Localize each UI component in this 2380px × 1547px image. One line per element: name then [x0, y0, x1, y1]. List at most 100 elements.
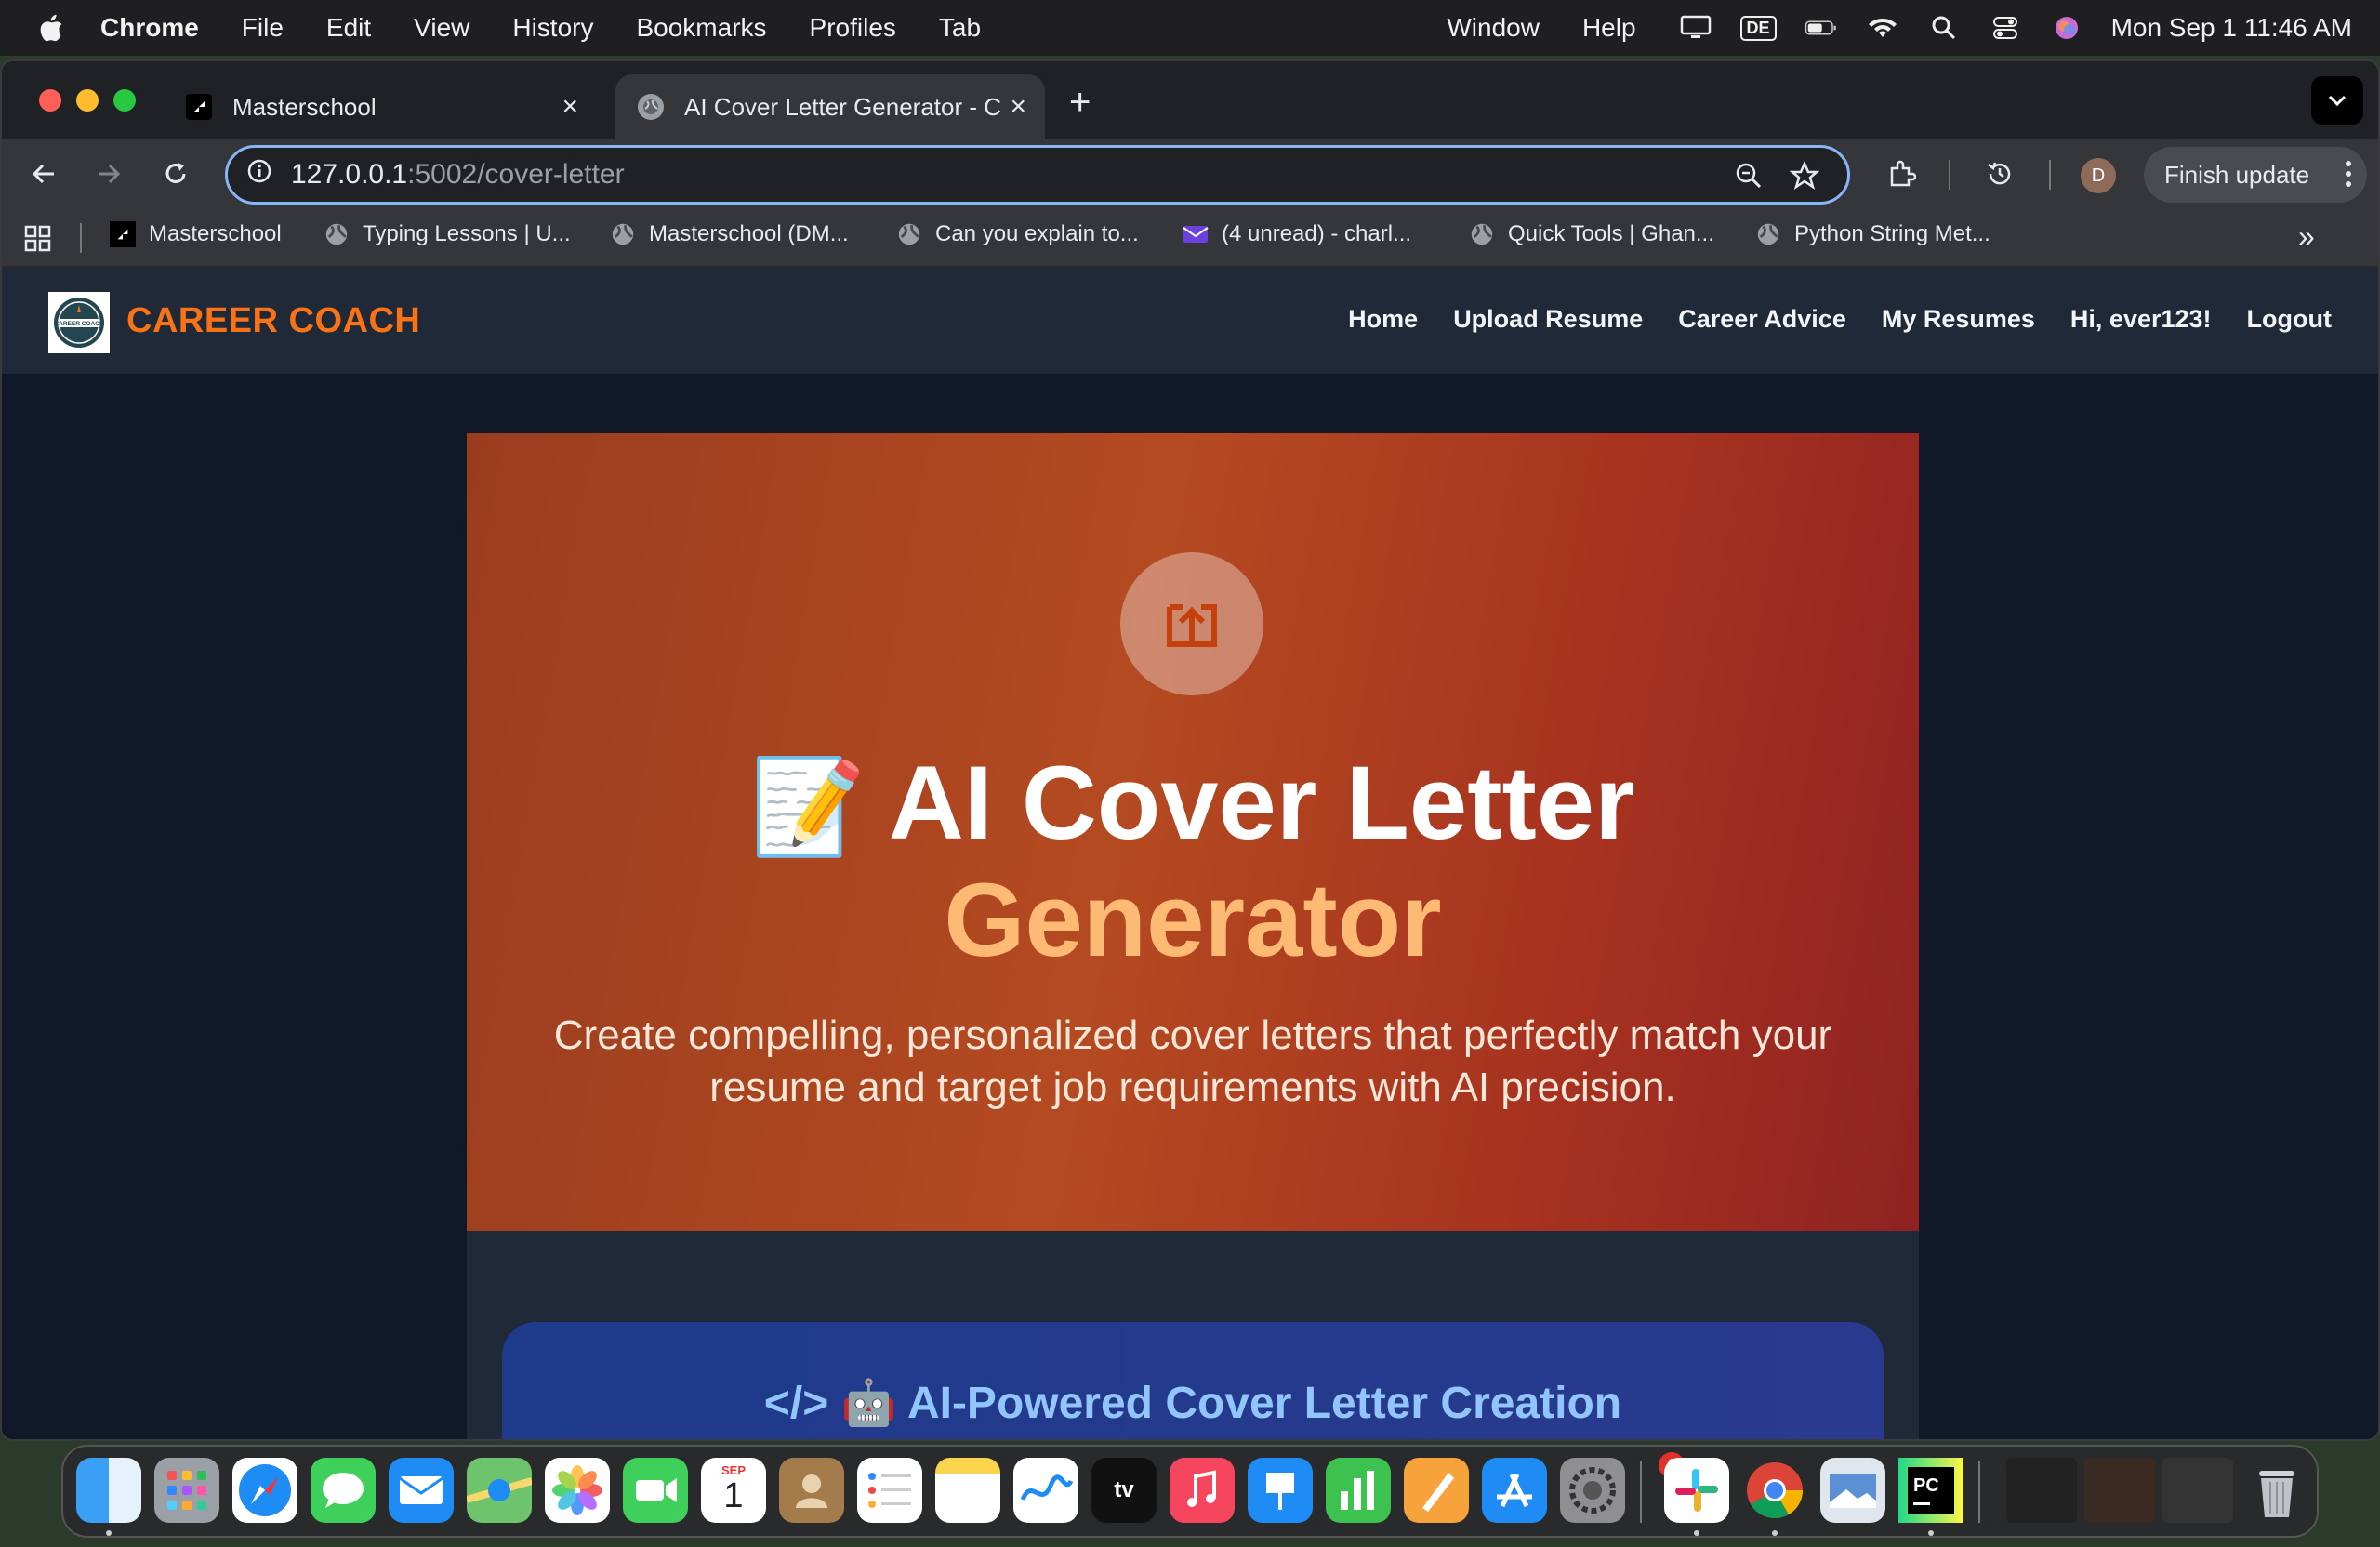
keyboard-layout-badge[interactable]: DE [1739, 15, 1777, 41]
menu-tab[interactable]: Tab [939, 13, 981, 43]
new-tab-button[interactable]: + [1069, 82, 1091, 124]
nav-upload-resume[interactable]: Upload Resume [1453, 305, 1643, 334]
running-indicator [106, 1530, 112, 1536]
menu-help[interactable]: Help [1582, 13, 1636, 43]
bookmark-item[interactable]: Python String Met... [1755, 221, 1990, 247]
preview-icon[interactable] [1820, 1458, 1885, 1523]
messages-icon[interactable] [311, 1458, 376, 1523]
site-info-icon[interactable] [246, 158, 272, 192]
nav-home[interactable]: Home [1348, 305, 1418, 334]
nav-my-resumes[interactable]: My Resumes [1882, 305, 2035, 334]
running-indicator [1928, 1530, 1934, 1536]
globe-icon [1469, 221, 1495, 247]
apple-tv-icon[interactable]: tv [1091, 1458, 1157, 1523]
menu-view[interactable]: View [414, 13, 469, 43]
bookmark-item[interactable]: Masterschool (DM... [610, 221, 849, 247]
bookmark-item[interactable]: (4 unread) - charl... [1183, 221, 1411, 247]
menubar-datetime[interactable]: Mon Sep 1 11:46 AM [2111, 13, 2352, 43]
address-bar[interactable]: 127.0.0.1:5002/cover-letter [225, 145, 1850, 205]
hero-section: 📝 AI Cover Letter Generator Create compel… [467, 433, 1919, 1231]
nav-logout[interactable]: Logout [2247, 305, 2332, 334]
tab-masterschool[interactable]: Masterschool × [164, 74, 597, 139]
zoom-icon[interactable] [1734, 161, 1764, 198]
display-icon[interactable] [1679, 14, 1712, 42]
numbers-icon[interactable] [1326, 1458, 1391, 1523]
macos-menu-bar: Chrome File Edit View History Bookmarks … [0, 0, 2380, 56]
freeform-icon[interactable] [1013, 1458, 1078, 1523]
bookmark-star-icon[interactable] [1789, 160, 1820, 198]
wifi-icon[interactable] [1866, 14, 1899, 42]
tab-cover-letter[interactable]: AI Cover Letter Generator - C × [615, 74, 1045, 139]
notes-icon[interactable] [935, 1458, 1000, 1523]
svg-text:PC: PC [1913, 1475, 1939, 1496]
safari-icon[interactable] [232, 1458, 298, 1523]
maps-icon[interactable] [465, 1458, 534, 1523]
site-navbar: CAREER COACH CAREER COACH Home Upload Re… [2, 268, 2378, 374]
battery-icon[interactable] [1805, 14, 1838, 42]
memo-emoji-icon: 📝 [750, 755, 866, 859]
back-arrow-icon[interactable] [20, 151, 67, 197]
hero-subtitle: Create compelling, personalized cover le… [553, 1012, 1832, 1110]
running-indicator [1694, 1530, 1699, 1536]
photos-icon[interactable] [545, 1458, 610, 1523]
minimized-window-thumbnail[interactable] [2162, 1458, 2233, 1523]
minimize-window-button[interactable] [76, 89, 99, 112]
profile-avatar[interactable]: D [2081, 158, 2116, 193]
apps-grid-icon[interactable] [24, 225, 52, 259]
extensions-icon[interactable] [1878, 151, 1924, 197]
launchpad-icon[interactable] [154, 1458, 219, 1523]
toolbar-separator [2049, 160, 2051, 190]
bookmark-item[interactable]: Masterschool [110, 221, 282, 247]
chevron-double-right-icon[interactable]: » [2298, 219, 2315, 254]
music-icon[interactable] [1170, 1458, 1235, 1523]
main-card: 📝 AI Cover Letter Generator Create compel… [467, 433, 1919, 1439]
facetime-icon[interactable] [623, 1458, 688, 1523]
history-icon[interactable] [1977, 151, 2023, 197]
minimized-window-thumbnail[interactable] [2084, 1458, 2155, 1523]
nav-greeting: Hi, ever123! [2069, 305, 2212, 333]
reminders-icon[interactable] [857, 1458, 922, 1523]
calendar-icon[interactable]: SEP 1 [701, 1458, 766, 1523]
bookmark-label: Masterschool (DM... [649, 221, 849, 246]
slack-icon[interactable] [1664, 1458, 1729, 1523]
finish-update-button[interactable]: Finish update [2144, 147, 2367, 203]
bookmark-item[interactable]: Typing Lessons | U... [324, 221, 571, 247]
bookmarks-bar: Masterschool Typing Lessons | U... Maste… [2, 208, 2378, 268]
menu-edit[interactable]: Edit [326, 13, 371, 43]
logo-image[interactable]: CAREER COACH [48, 292, 110, 353]
menu-profiles[interactable]: Profiles [810, 13, 896, 43]
contacts-icon[interactable] [779, 1458, 844, 1523]
apple-menu-icon[interactable] [37, 12, 65, 44]
siri-icon[interactable] [2050, 14, 2083, 42]
control-center-icon[interactable] [1989, 14, 2022, 42]
zoom-window-button[interactable] [113, 89, 136, 112]
close-window-button[interactable] [39, 89, 61, 112]
forward-arrow-icon[interactable] [86, 151, 132, 197]
bookmark-item[interactable]: Can you explain to... [896, 221, 1139, 247]
app-store-icon[interactable] [1482, 1458, 1547, 1523]
close-icon[interactable]: × [1010, 91, 1026, 123]
close-icon[interactable]: × [562, 91, 578, 123]
system-settings-icon[interactable] [1560, 1458, 1625, 1523]
site-logo-text[interactable]: CAREER COACH [126, 301, 420, 341]
menu-app-name[interactable]: Chrome [100, 13, 199, 43]
minimized-window-thumbnail[interactable] [2006, 1458, 2077, 1523]
trash-icon[interactable] [2244, 1458, 2309, 1523]
pages-icon[interactable] [1404, 1458, 1469, 1523]
menu-history[interactable]: History [512, 13, 593, 43]
site-nav-links: Home Upload Resume Career Advice My Resu… [1348, 305, 2332, 334]
menu-file[interactable]: File [242, 13, 284, 43]
reload-icon[interactable] [152, 151, 199, 197]
bookmark-item[interactable]: Quick Tools | Ghan... [1469, 221, 1714, 247]
mail-icon[interactable] [389, 1458, 454, 1523]
menu-bookmarks[interactable]: Bookmarks [636, 13, 766, 43]
keynote-icon[interactable] [1248, 1458, 1313, 1523]
hero-title-line2: Generator [944, 862, 1442, 978]
menu-window[interactable]: Window [1447, 13, 1540, 43]
tab-search-button[interactable] [2311, 76, 2363, 125]
finder-icon[interactable] [76, 1458, 141, 1523]
nav-career-advice[interactable]: Career Advice [1678, 305, 1846, 334]
chrome-icon[interactable] [1742, 1458, 1807, 1523]
pycharm-icon[interactable]: PC [1898, 1458, 1964, 1523]
search-icon[interactable] [1927, 14, 1961, 42]
